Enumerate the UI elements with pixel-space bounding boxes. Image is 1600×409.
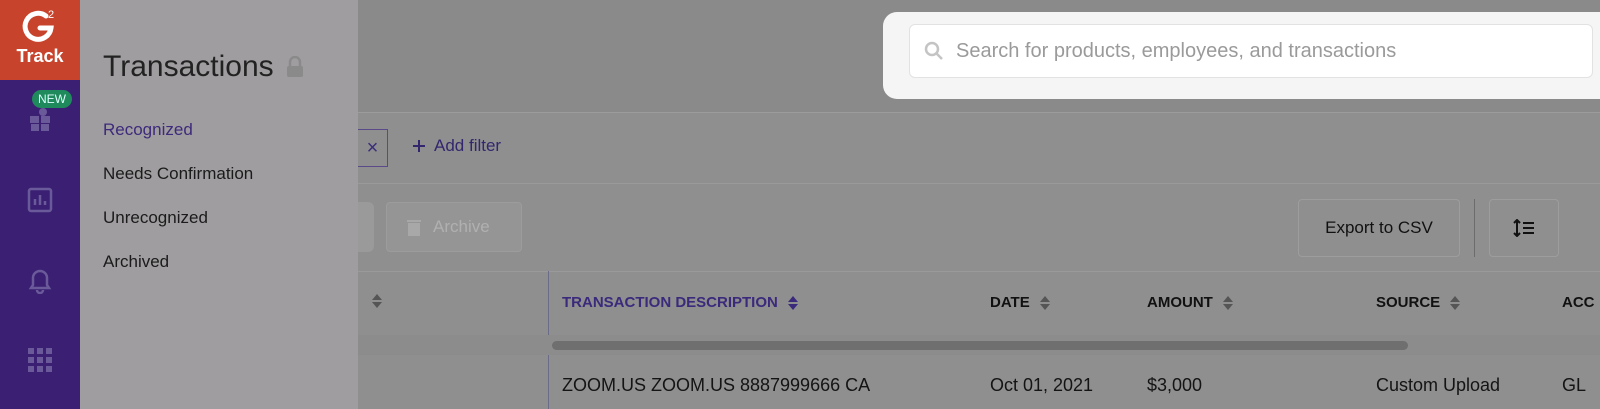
chart-icon[interactable] (24, 184, 56, 216)
column-header-date[interactable]: DATE (990, 294, 1050, 311)
archive-button[interactable]: Archive (386, 202, 522, 252)
cell-source: Custom Upload (1376, 375, 1501, 395)
column-header-account[interactable]: ACC (1562, 294, 1595, 311)
cell-account: GL (1562, 375, 1587, 395)
drawer-item-archived[interactable]: Archived (103, 252, 169, 272)
search-box[interactable] (909, 24, 1593, 78)
column-header-amount[interactable]: AMOUNT (1147, 294, 1233, 311)
transactions-panel (358, 112, 1600, 409)
sort-lines-icon (1513, 219, 1534, 237)
trash-icon (407, 220, 421, 236)
add-filter-button[interactable]: Add filter (412, 136, 501, 156)
sort-icon (1039, 295, 1050, 310)
add-filter-label: Add filter (434, 136, 502, 155)
export-csv-button[interactable]: Export to CSV (1298, 199, 1460, 257)
horizontal-scrollbar-thumb[interactable] (552, 341, 1408, 350)
column-header-transaction-description[interactable]: TRANSACTION DESCRIPTION (562, 294, 798, 311)
column-settings-button[interactable] (1489, 199, 1559, 257)
search-popup (883, 12, 1600, 99)
action-button[interactable] (358, 202, 374, 252)
brand-text: Track (16, 46, 64, 66)
drawer-title: Transactions (103, 50, 304, 84)
filter-chip-close-button[interactable]: × (358, 129, 388, 167)
g2-logo-icon: 2 (22, 9, 54, 42)
transactions-drawer: Transactions Recognized Needs Confirmati… (80, 0, 358, 409)
drawer-title-text: Transactions (103, 50, 274, 83)
plus-icon (413, 140, 425, 152)
apps-grid-icon[interactable] (24, 344, 56, 376)
sort-icon (1222, 295, 1233, 310)
column-header-label: TRANSACTION DESCRIPTION (562, 294, 778, 311)
column-header-label: SOURCE (1376, 294, 1441, 311)
cell-description: ZOOM.US ZOOM.US 8887999666 CA (562, 375, 871, 395)
drawer-item-needs-confirmation[interactable]: Needs Confirmation (103, 164, 253, 184)
drawer-item-recognized[interactable]: Recognized (103, 120, 193, 140)
table-header-top-border (358, 271, 1600, 272)
search-icon (924, 41, 943, 60)
left-rail: 2 Track NEW (0, 0, 80, 409)
column-header-label: ACC (1562, 294, 1595, 311)
column-header-source[interactable]: SOURCE (1376, 294, 1461, 311)
bell-icon[interactable] (24, 264, 56, 296)
cell-date: Oct 01, 2021 (990, 375, 1094, 395)
app-logo[interactable]: 2 Track (0, 0, 80, 80)
drawer-item-unrecognized[interactable]: Unrecognized (103, 208, 208, 228)
archive-label: Archive (433, 217, 490, 236)
column-header-unnamed[interactable] (358, 294, 382, 308)
cell-amount: $3,000 (1147, 375, 1203, 395)
toolbar-separator (1474, 199, 1475, 257)
search-input[interactable] (956, 39, 1592, 63)
filter-divider (358, 183, 1600, 184)
column-header-label: AMOUNT (1147, 294, 1213, 311)
lock-icon (286, 56, 303, 77)
sort-icon (1450, 295, 1461, 310)
svg-text:2: 2 (48, 9, 54, 21)
gift-icon[interactable] (24, 104, 56, 136)
column-header-label: DATE (990, 294, 1030, 311)
sort-icon (372, 294, 382, 308)
sort-icon (787, 295, 798, 310)
